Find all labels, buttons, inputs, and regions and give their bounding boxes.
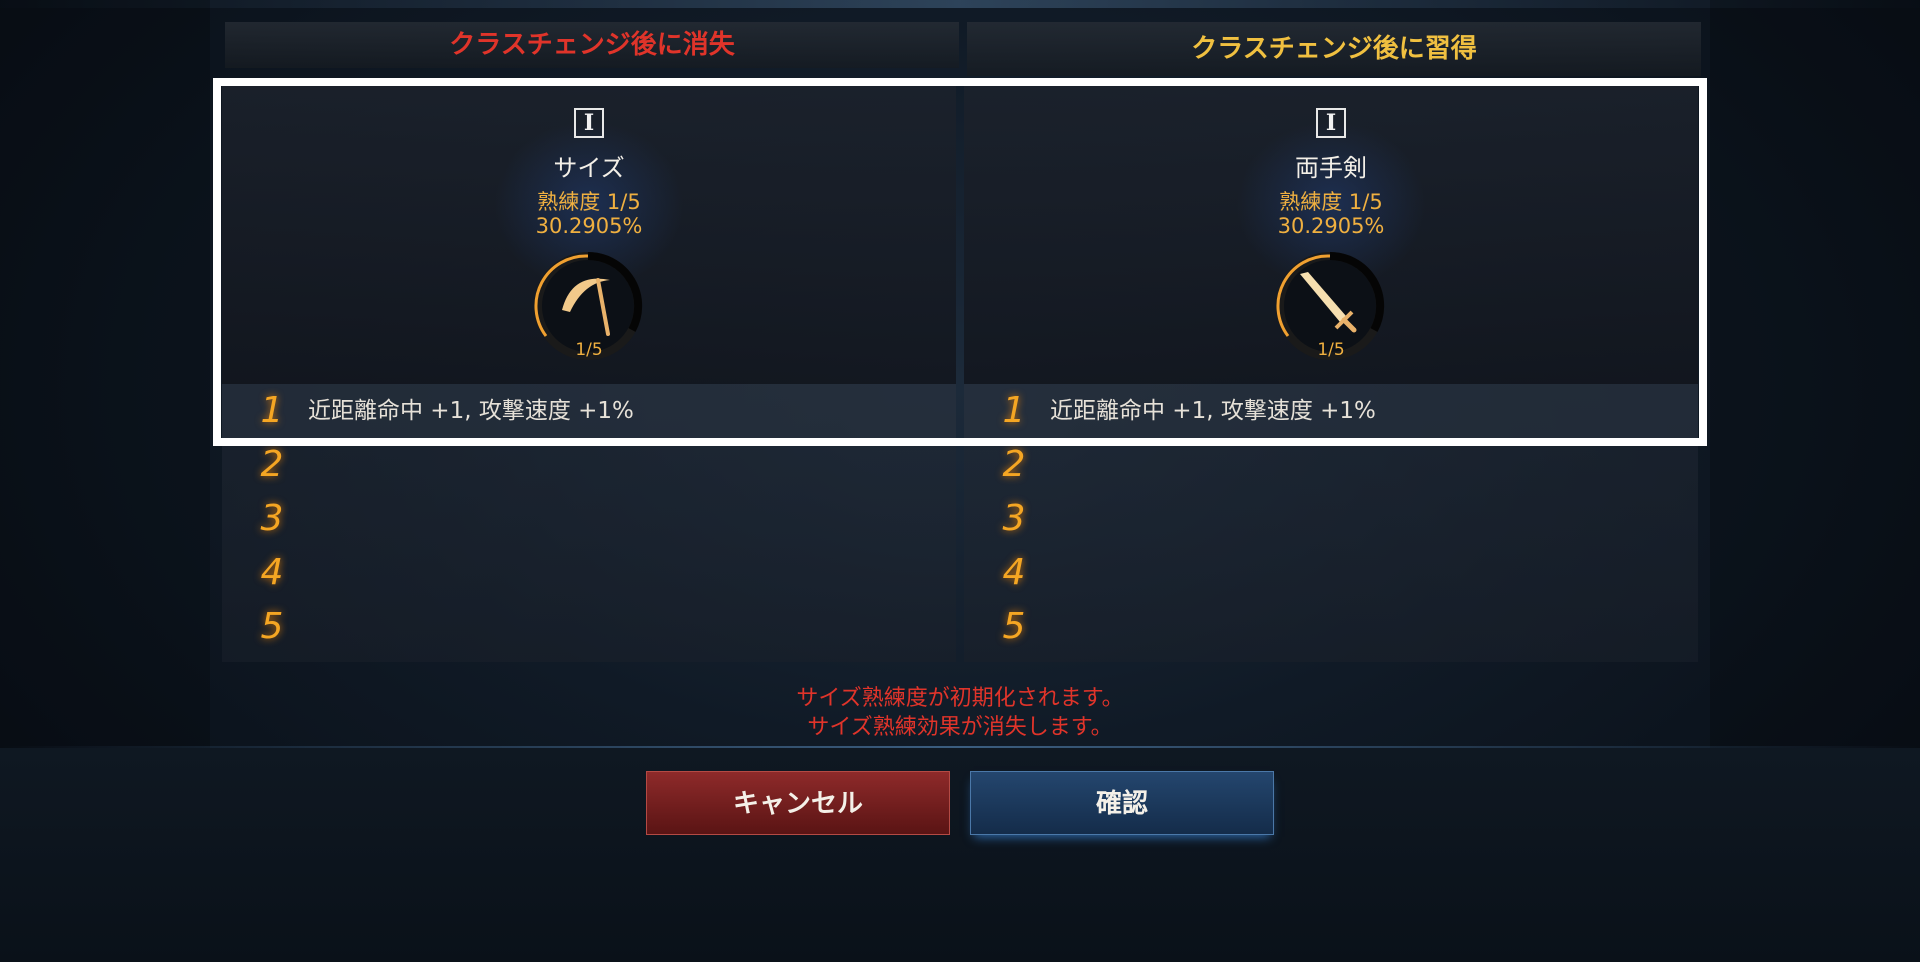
button-bar <box>0 748 1920 962</box>
highlight-box <box>213 78 1707 446</box>
warning-text: サイズ熟練効果が消失します。 <box>807 715 1113 740</box>
effect-number: 5 <box>260 606 284 647</box>
warning-text: サイズ熟練度が初期化されます。 <box>796 686 1124 711</box>
cancel-button[interactable]: キャンセル <box>646 771 950 835</box>
gained-column: クラスチェンジ後に習得 <box>967 22 1701 76</box>
gained-header: クラスチェンジ後に習得 <box>967 22 1701 76</box>
list-item: 2 <box>222 438 956 492</box>
lost-header: クラスチェンジ後に消失 <box>225 22 959 68</box>
list-item: 3 <box>222 492 956 546</box>
effect-number: 3 <box>1002 498 1026 539</box>
effect-number: 2 <box>1002 444 1026 485</box>
top-edge-line <box>0 0 1920 8</box>
effect-number: 3 <box>260 498 284 539</box>
list-item: 5 <box>222 600 956 654</box>
list-item: 3 <box>964 492 1698 546</box>
effect-number: 2 <box>260 444 284 485</box>
list-item: 4 <box>222 546 956 600</box>
list-item: 2 <box>964 438 1698 492</box>
list-item: 5 <box>964 600 1698 654</box>
list-item: 4 <box>964 546 1698 600</box>
effect-number: 4 <box>260 552 284 593</box>
lost-column: クラスチェンジ後に消失 <box>225 22 959 68</box>
effect-number: 4 <box>1002 552 1026 593</box>
confirm-button[interactable]: 確認 <box>970 771 1274 835</box>
effect-number: 5 <box>1002 606 1026 647</box>
